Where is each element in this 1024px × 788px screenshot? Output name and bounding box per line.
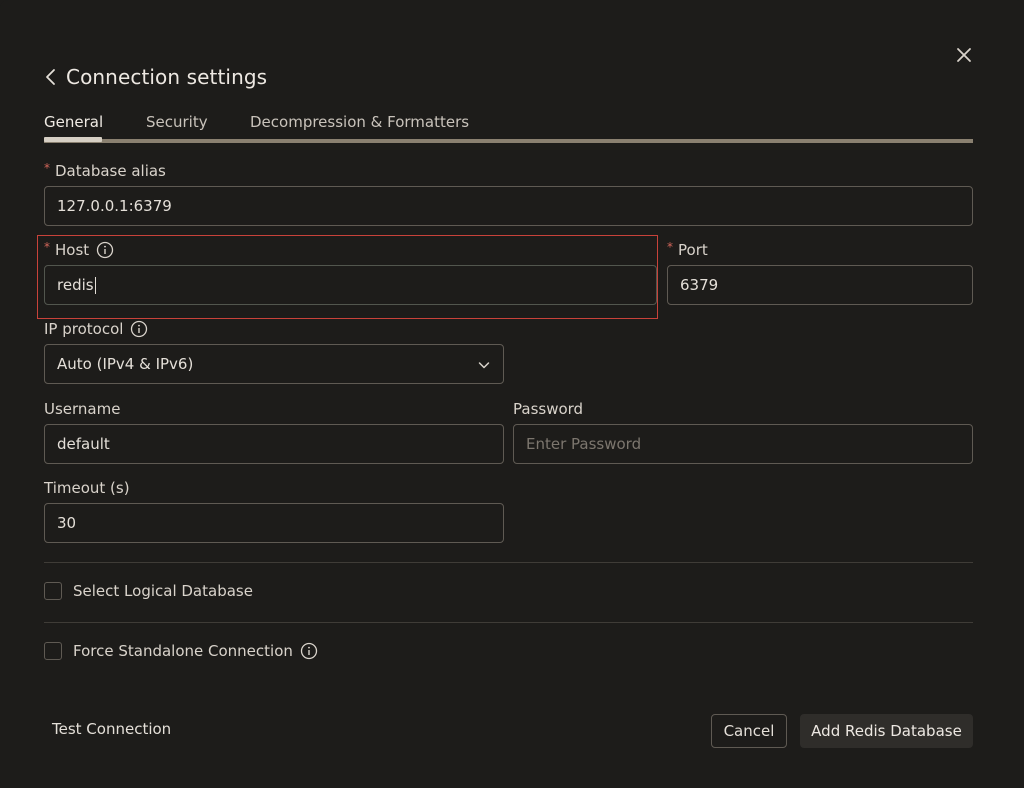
- tab-decompression-formatters[interactable]: Decompression & Formatters: [250, 113, 469, 131]
- database-alias-label: * Database alias: [44, 161, 166, 180]
- port-label-text: Port: [678, 241, 708, 259]
- close-button[interactable]: [954, 45, 974, 65]
- port-label: * Port: [667, 240, 708, 259]
- chevron-down-icon: [477, 358, 491, 376]
- host-input[interactable]: redis: [44, 265, 657, 305]
- divider: [44, 562, 973, 563]
- ip-protocol-value: Auto (IPv4 & IPv6): [57, 355, 194, 373]
- add-redis-database-button[interactable]: Add Redis Database: [800, 714, 973, 748]
- port-value: 6379: [680, 276, 719, 294]
- required-marker: *: [44, 240, 50, 254]
- username-input[interactable]: default: [44, 424, 504, 464]
- port-input[interactable]: 6379: [667, 265, 973, 305]
- force-standalone-option[interactable]: Force Standalone Connection: [44, 642, 318, 660]
- username-value: default: [57, 435, 110, 453]
- select-logical-database-label: Select Logical Database: [73, 582, 253, 600]
- close-icon: [957, 48, 971, 62]
- info-icon[interactable]: [300, 642, 318, 660]
- password-label: Password: [513, 400, 583, 418]
- host-label: * Host: [44, 240, 114, 259]
- password-input[interactable]: Enter Password: [513, 424, 973, 464]
- timeout-value: 30: [57, 514, 77, 532]
- ip-protocol-select[interactable]: Auto (IPv4 & IPv6): [44, 344, 504, 384]
- test-connection-button[interactable]: Test Connection: [52, 720, 171, 738]
- info-icon[interactable]: [96, 241, 114, 259]
- username-label: Username: [44, 400, 120, 418]
- tab-security[interactable]: Security: [146, 113, 208, 131]
- host-value: redis: [57, 276, 94, 294]
- chevron-left-icon: [46, 69, 55, 85]
- back-button[interactable]: [44, 64, 62, 90]
- ip-protocol-label: IP protocol: [44, 320, 148, 338]
- info-icon[interactable]: [130, 320, 148, 338]
- password-placeholder: Enter Password: [526, 435, 642, 453]
- select-logical-database-option[interactable]: Select Logical Database: [44, 582, 253, 600]
- required-marker: *: [667, 240, 673, 254]
- tab-general[interactable]: General: [44, 113, 103, 131]
- password-label-text: Password: [513, 400, 584, 418]
- host-label-text: Host: [55, 241, 90, 259]
- database-alias-input[interactable]: 127.0.0.1:6379: [44, 186, 973, 226]
- force-standalone-checkbox[interactable]: [44, 642, 62, 660]
- active-tab-indicator: [44, 137, 102, 142]
- dialog-header: Connection settings: [44, 64, 267, 90]
- connection-settings-dialog: Connection settings General Security Dec…: [0, 0, 1024, 788]
- text-caret: [94, 276, 96, 294]
- divider: [44, 622, 973, 623]
- cancel-button[interactable]: Cancel: [711, 714, 787, 748]
- timeout-label-text: Timeout (s): [44, 479, 130, 497]
- timeout-label: Timeout (s): [44, 479, 130, 497]
- tab-bar: General Security Decompression & Formatt…: [44, 110, 973, 143]
- page-title: Connection settings: [66, 65, 268, 89]
- required-marker: *: [44, 161, 50, 175]
- database-alias-value: 127.0.0.1:6379: [57, 197, 172, 215]
- force-standalone-label: Force Standalone Connection: [73, 642, 293, 660]
- database-alias-label-text: Database alias: [55, 162, 166, 180]
- select-logical-database-checkbox[interactable]: [44, 582, 62, 600]
- ip-protocol-label-text: IP protocol: [44, 320, 124, 338]
- username-label-text: Username: [44, 400, 121, 418]
- timeout-input[interactable]: 30: [44, 503, 504, 543]
